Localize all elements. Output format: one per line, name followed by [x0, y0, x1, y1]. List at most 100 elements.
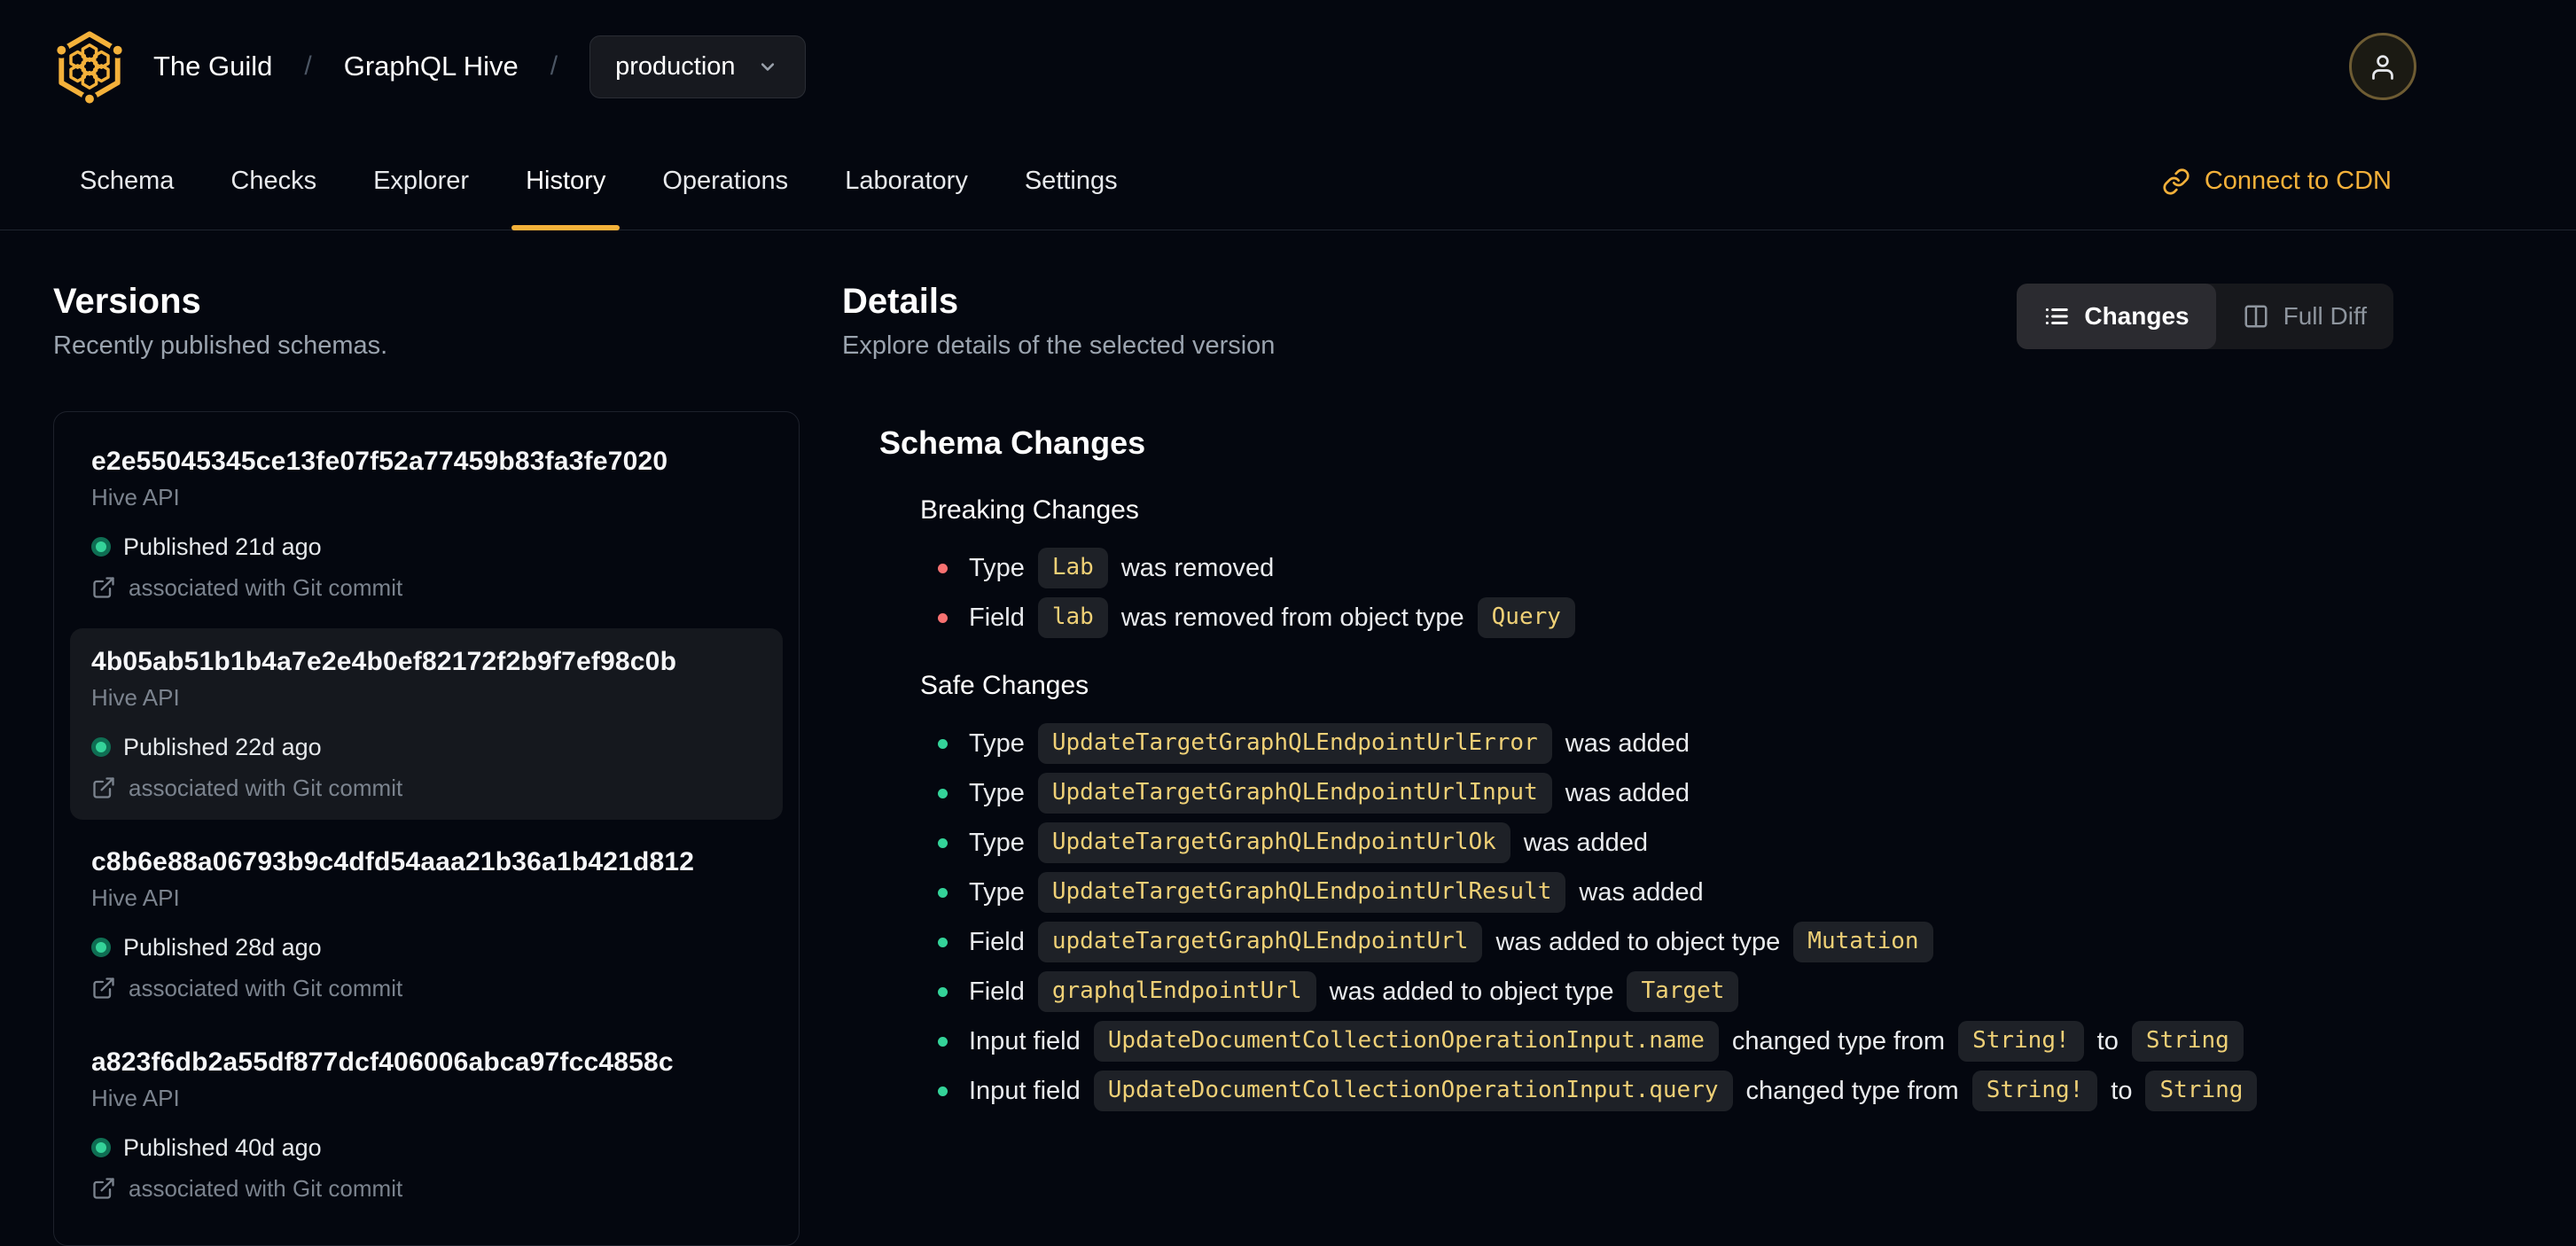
version-published-text: Published 40d ago — [123, 1134, 322, 1161]
version-hash: 4b05ab51b1b4a7e2e4b0ef82172f2b9f7ef98c0b — [91, 647, 677, 676]
change-bullet-icon — [938, 738, 948, 749]
change-row: Input field UpdateDocumentCollectionOpera… — [920, 1021, 2393, 1062]
version-service-name: Hive API — [91, 884, 180, 911]
details-header-text: Details Explore details of the selected … — [842, 280, 1275, 362]
published-dot-icon — [91, 737, 111, 757]
code-chip: updateTargetGraphQLEndpointUrl — [1037, 922, 1483, 962]
change-bullet-icon — [938, 788, 948, 798]
version-hash: e2e55045345ce13fe07f52a77459b83fa3fe7020 — [91, 447, 668, 476]
nav-tab-label: Operations — [662, 167, 789, 195]
change-text: Field — [969, 927, 1025, 956]
version-git-link[interactable]: associated with Git commit — [91, 974, 761, 1002]
code-chip: lab — [1037, 597, 1108, 638]
changes-view-label: Changes — [2084, 302, 2190, 330]
full-diff-view-label: Full Diff — [2283, 302, 2367, 330]
tab-schema[interactable]: Schema — [80, 133, 174, 230]
schema-changes-groups: Breaking Changes Type Lab was removed Fiel… — [879, 495, 2393, 1111]
code-chip: String — [2131, 1021, 2244, 1062]
versions-title: Versions — [53, 282, 201, 321]
code-chip: Target — [1627, 971, 1739, 1012]
code-chip: UpdateTargetGraphQLEndpointUrlResult — [1037, 872, 1566, 913]
nav-tabs: Schema Checks Explorer History Operations Lab… — [80, 133, 1118, 230]
columns-icon — [2244, 305, 2268, 328]
changes-view-button[interactable]: Changes — [2017, 284, 2216, 349]
version-item-2[interactable]: 4b05ab51b1b4a7e2e4b0ef82172f2b9f7ef98c0b… — [70, 628, 783, 820]
change-text: was added — [1579, 877, 1704, 907]
change-group-title: Safe Changes — [920, 671, 1089, 700]
code-chip: Lab — [1037, 548, 1108, 588]
details-panel: Details Explore details of the selected … — [842, 280, 2393, 1120]
connect-to-cdn-label: Connect to CDN — [2204, 167, 2392, 195]
version-status: Published 40d ago — [91, 1132, 761, 1164]
version-service-name: Hive API — [91, 684, 180, 711]
version-git-text: associated with Git commit — [129, 975, 403, 1001]
change-text: was removed from object type — [1120, 603, 1464, 632]
change-text: was removed — [1120, 553, 1275, 582]
code-chip: String! — [1958, 1021, 2084, 1062]
tab-operations[interactable]: Operations — [662, 133, 788, 230]
change-row: Type UpdateTargetGraphQLEndpointUrlResult… — [920, 872, 2393, 913]
version-service-name: Hive API — [91, 1085, 180, 1111]
tab-history[interactable]: History — [511, 133, 621, 230]
tab-explorer[interactable]: Explorer — [373, 133, 469, 230]
breadcrumb-project[interactable]: GraphQL Hive — [344, 51, 519, 82]
nav-tab-label: Schema — [80, 167, 175, 195]
nav-tab-label: History — [526, 167, 606, 195]
connect-to-cdn-link[interactable]: Connect to CDN — [2162, 133, 2392, 230]
change-text: changed type from — [1731, 1026, 1946, 1055]
change-group-rows: Type Lab was removed Field lab was removed f… — [920, 548, 2393, 638]
external-link-icon — [93, 977, 114, 999]
change-text: Field — [969, 603, 1025, 632]
change-bullet-icon — [938, 887, 948, 898]
version-status: Published 22d ago — [91, 731, 761, 763]
change-row: Field graphqlEndpointUrl was added to obje… — [920, 971, 2393, 1012]
user-menu-button[interactable] — [2349, 33, 2416, 100]
tab-checks[interactable]: Checks — [230, 133, 316, 230]
code-chip: UpdateDocumentCollectionOperationInput.q… — [1093, 1071, 1733, 1111]
version-item-1[interactable]: e2e55045345ce13fe07f52a77459b83fa3fe7020… — [70, 428, 783, 619]
change-row: Type UpdateTargetGraphQLEndpointUrlError w… — [920, 723, 2393, 764]
tab-laboratory[interactable]: Laboratory — [845, 133, 968, 230]
version-list: e2e55045345ce13fe07f52a77459b83fa3fe7020… — [53, 411, 800, 1246]
published-dot-icon — [91, 938, 111, 957]
version-service-name: Hive API — [91, 484, 180, 510]
version-item-4[interactable]: a823f6db2a55df877dcf406006abca97fcc4858c… — [70, 1029, 783, 1220]
change-text: was added to object type — [1329, 977, 1614, 1006]
change-text: Type — [969, 728, 1025, 758]
change-text: was added — [1565, 728, 1690, 758]
chevron-down-icon — [761, 63, 774, 71]
version-git-link[interactable]: associated with Git commit — [91, 774, 761, 802]
full-diff-view-button[interactable]: Full Diff — [2216, 284, 2393, 349]
code-chip: UpdateTargetGraphQLEndpointUrlError — [1037, 723, 1552, 764]
link-icon — [2163, 167, 2190, 195]
change-text: Input field — [969, 1076, 1081, 1105]
external-link-icon — [93, 577, 114, 598]
version-hash: a823f6db2a55df877dcf406006abca97fcc4858c — [91, 1047, 674, 1077]
change-bullet-icon — [938, 1086, 948, 1096]
version-git-text: associated with Git commit — [129, 775, 403, 801]
person-icon — [2372, 55, 2393, 80]
change-bullet-icon — [938, 937, 948, 947]
versions-panel: Versions Recently published schemas. e2e… — [53, 280, 800, 1246]
version-git-text: associated with Git commit — [129, 574, 403, 601]
schema-changes-title: Schema Changes — [879, 424, 1146, 461]
main-content: Versions Recently published schemas. e2e… — [0, 230, 2576, 1246]
version-git-text: associated with Git commit — [129, 1175, 403, 1202]
change-row: Input field UpdateDocumentCollectionOpera… — [920, 1071, 2393, 1111]
change-bullet-icon — [938, 612, 948, 623]
project-nav: Schema Checks Explorer History Operations Lab… — [0, 133, 2576, 230]
target-selector[interactable]: production — [589, 35, 806, 98]
breadcrumb-org[interactable]: The Guild — [153, 51, 272, 82]
change-bullet-icon — [938, 986, 948, 997]
version-published-text: Published 28d ago — [123, 934, 322, 961]
change-text: to — [2111, 1076, 2133, 1105]
version-status: Published 21d ago — [91, 531, 761, 563]
version-git-link[interactable]: associated with Git commit — [91, 1174, 761, 1203]
hive-logo-icon[interactable] — [51, 27, 129, 105]
version-git-link[interactable]: associated with Git commit — [91, 573, 761, 602]
tab-settings[interactable]: Settings — [1025, 133, 1118, 230]
version-item-3[interactable]: c8b6e88a06793b9c4dfd54aaa21b36a1b421d812… — [70, 829, 783, 1020]
change-bullet-icon — [938, 1036, 948, 1047]
code-chip: Mutation — [1793, 922, 1933, 962]
code-chip: UpdateDocumentCollectionOperationInput.n… — [1093, 1021, 1719, 1062]
